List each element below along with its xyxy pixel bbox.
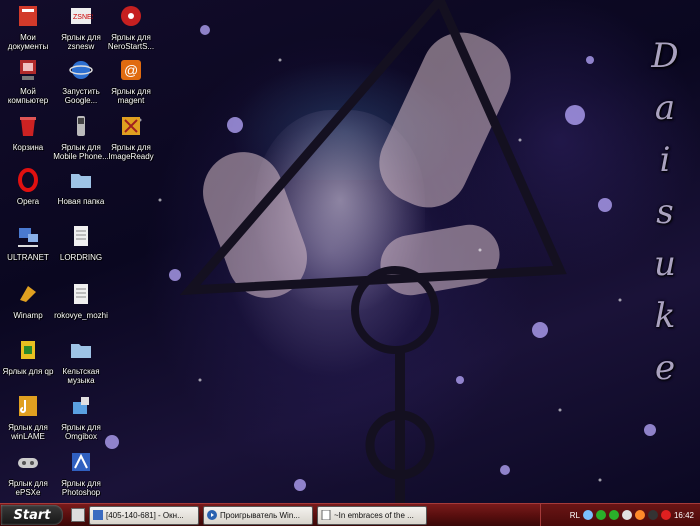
language-indicator[interactable]: RL	[570, 511, 580, 520]
folder-icon	[67, 166, 95, 194]
wallpaper-letter: k	[654, 296, 676, 336]
taskbar-task-label: ~In embraces of the ...	[334, 510, 414, 520]
wallpaper-daisuke-text: D a i s u k e	[645, 30, 685, 394]
quick-launch	[71, 508, 85, 522]
desktop-icon-recycle-bin[interactable]: Корзина	[0, 112, 56, 152]
desktop-icon-label: Ярлык для NeroStartS...	[107, 33, 155, 51]
desktop-icon-winlame[interactable]: Ярлык для winLAME	[0, 392, 56, 441]
window-icon	[93, 510, 103, 520]
desktop-icon-label: Запустить Google...	[62, 87, 100, 105]
desktop-icon-omgibox[interactable]: Ярлык для Omgibox	[53, 392, 109, 441]
desktop-icon-label: Мой компьютер	[7, 87, 49, 105]
snes-icon: ZSNES	[67, 2, 95, 30]
taskbar-task-label: [405-140-681] - Окн...	[106, 510, 184, 520]
desktop-icon-lordring[interactable]: LORDRING	[53, 222, 109, 262]
desktop-icon-label: rokovye_mozhi	[54, 311, 108, 320]
desktop-icon-label: Winamp	[13, 311, 43, 320]
desktop-icon-imageready[interactable]: Ярлык для ImageReady	[103, 112, 159, 161]
clock[interactable]: 16:42	[674, 511, 694, 520]
network-icon	[14, 222, 42, 250]
tray-app-icon[interactable]	[634, 510, 645, 520]
imageready-icon	[117, 112, 145, 140]
photoshop-icon	[67, 448, 95, 476]
desktop-icon-label: Ярлык для winLAME	[8, 423, 48, 441]
wallpaper-letter: a	[654, 88, 676, 128]
desktop-icon-nerostart[interactable]: Ярлык для NeroStartS...	[103, 2, 159, 51]
desktop-icon-label: Opera	[16, 197, 40, 206]
desktop-icon-mobile-phone[interactable]: Ярлык для Mobile Phone...	[53, 112, 109, 161]
taskbar-task-media-player[interactable]: Проигрыватель Win...	[203, 505, 313, 525]
folder-icon	[67, 336, 95, 364]
winlame-icon	[14, 392, 42, 420]
desktop-icon-opera[interactable]: Opera	[0, 166, 56, 206]
desktop-icon-celtic-music[interactable]: Кельтская музыка	[53, 336, 109, 385]
desktop-icon-epsxe[interactable]: Ярлык для ePSXe	[0, 448, 56, 497]
svg-text:ZSNES: ZSNES	[73, 14, 93, 21]
tray-network-icon[interactable]	[582, 510, 593, 520]
tray-icq-icon[interactable]	[595, 510, 606, 520]
desktop-icon-label: Мои документы	[7, 33, 49, 51]
tray-icq-icon[interactable]	[608, 510, 619, 520]
gamepad-icon	[14, 448, 42, 476]
desktop-icon-photoshop[interactable]: Ярлык для Photoshop	[53, 448, 109, 497]
wallpaper-letter: D	[651, 36, 679, 76]
folder-docs-icon	[14, 2, 42, 30]
desktop-icon-label: Корзина	[12, 143, 44, 152]
taskbar-task-label: Проигрыватель Win...	[220, 510, 300, 520]
desktop-icon-label: LORDRING	[59, 253, 103, 262]
wallpaper-letter: u	[654, 244, 676, 284]
desktop-icon-label: ULTRANET	[7, 253, 49, 262]
text-document-icon	[67, 280, 95, 308]
desktop-icon-ultranet[interactable]: ULTRANET	[0, 222, 56, 262]
desktop-icon-zsnesw[interactable]: ZSNES Ярлык для zsnesw	[53, 2, 109, 51]
desktop-icon-my-documents[interactable]: Мои документы	[0, 2, 56, 51]
desktop-icon-label: Ярлык для Photoshop	[61, 479, 101, 497]
svg-text:@: @	[124, 62, 138, 78]
tray-app-icon[interactable]	[647, 510, 658, 520]
magent-icon: @	[117, 56, 145, 84]
text-document-icon	[67, 222, 95, 250]
taskbar-task-window[interactable]: [405-140-681] - Окн...	[89, 505, 199, 525]
system-tray: RL 16:42	[540, 504, 700, 526]
desktop-icon-new-folder[interactable]: Новая папка	[53, 166, 109, 206]
opera-icon	[14, 166, 42, 194]
google-earth-icon	[67, 56, 95, 84]
desktop-icon-qp[interactable]: Ярлык для qp	[0, 336, 56, 376]
recycle-bin-icon	[14, 112, 42, 140]
wallpaper-letter: e	[654, 348, 676, 388]
computer-icon	[14, 56, 42, 84]
media-player-icon	[207, 510, 217, 520]
desktop-icon-label: Ярлык для ePSXe	[8, 479, 48, 497]
desktop-icon-my-computer[interactable]: Мой компьютер	[0, 56, 56, 105]
mobile-phone-icon	[67, 112, 95, 140]
desktop-icon-label: Ярлык для magent	[111, 87, 151, 105]
start-button[interactable]: Start	[1, 505, 63, 525]
desktop-icon-label: Ярлык для zsnesw	[61, 33, 101, 51]
desktop-icon-label: Ярлык для Mobile Phone...	[53, 143, 109, 161]
desktop-icon-label: Ярлык для ImageReady	[108, 143, 154, 161]
desktop-icon-label: Ярлык для Omgibox	[61, 423, 101, 441]
desktop-icon-magent[interactable]: @ Ярлык для magent	[103, 56, 159, 105]
nero-icon	[117, 2, 145, 30]
taskbar-task-document[interactable]: ~In embraces of the ...	[317, 505, 427, 525]
omgibox-icon	[67, 392, 95, 420]
tray-antivirus-icon[interactable]	[660, 510, 671, 520]
desktop-icon-label: Кельтская музыка	[62, 367, 100, 385]
desktop-icon-rokovye-mozhi[interactable]: rokovye_mozhi	[53, 280, 109, 320]
desktop-icon-label: Новая папка	[57, 197, 105, 206]
document-icon	[321, 510, 331, 520]
show-desktop-icon[interactable]	[71, 508, 85, 522]
taskbar: Start [405-140-681] - Окн... Проигрывате…	[0, 503, 700, 526]
qp-icon	[14, 336, 42, 364]
winamp-icon	[14, 280, 42, 308]
wallpaper-letter: i	[659, 140, 671, 180]
desktop-icon-label: Ярлык для qp	[2, 367, 54, 376]
wallpaper-letter: s	[656, 192, 674, 232]
desktop-icon-google-earth[interactable]: Запустить Google...	[53, 56, 109, 105]
desktop-icon-winamp[interactable]: Winamp	[0, 280, 56, 320]
tray-speaker-icon[interactable]	[621, 510, 632, 520]
